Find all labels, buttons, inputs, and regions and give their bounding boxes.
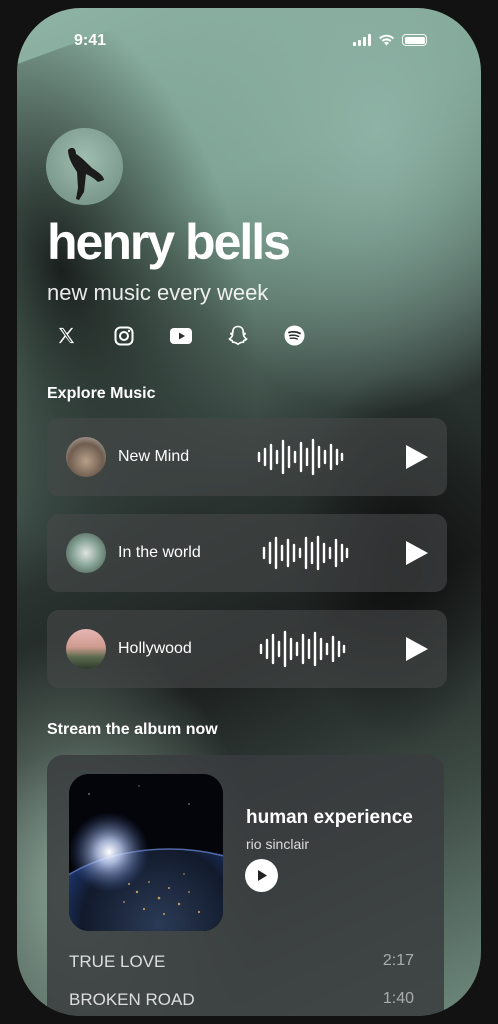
track-title: New Mind: [118, 448, 190, 465]
social-links: [55, 324, 306, 347]
song-duration: 1:40: [382, 990, 414, 1007]
album-play-button[interactable]: [245, 859, 278, 892]
track-row[interactable]: Hollywood: [47, 610, 447, 688]
spotify-icon[interactable]: [283, 324, 306, 347]
song-duration: 2:17: [382, 952, 414, 969]
album-artist: rio sinclair: [246, 836, 310, 852]
status-bar: 9:41: [17, 30, 481, 54]
artist-name: henry bells: [47, 214, 291, 270]
track-title: Hollywood: [118, 640, 192, 657]
snapchat-icon[interactable]: [226, 324, 249, 347]
avatar[interactable]: [46, 128, 123, 205]
battery-icon: [402, 34, 427, 46]
x-icon[interactable]: [55, 324, 78, 347]
song-row[interactable]: BROKEN ROAD 1:40: [69, 990, 414, 1014]
track-title: In the world: [118, 544, 201, 561]
song-title: TRUE LOVE: [69, 952, 166, 971]
waveform-icon: [257, 438, 344, 476]
explore-music-heading: Explore Music: [47, 385, 156, 402]
play-icon[interactable]: [404, 540, 429, 566]
track-row[interactable]: New Mind: [47, 418, 447, 496]
play-icon[interactable]: [404, 444, 429, 470]
youtube-icon[interactable]: [169, 324, 192, 347]
track-thumbnail: [66, 629, 106, 669]
play-icon[interactable]: [404, 636, 429, 662]
album-card: human experience rio sinclair TRUE LOVE …: [47, 755, 444, 1016]
track-thumbnail: [66, 533, 106, 573]
album-cover[interactable]: [69, 774, 223, 931]
track-row[interactable]: In the world: [47, 514, 447, 592]
phone-screen: 9:41 henry bells new music every week Ex…: [17, 8, 481, 1016]
signal-icon: [353, 34, 371, 46]
waveform-icon: [259, 630, 346, 668]
wifi-icon: [379, 34, 394, 46]
status-time: 9:41: [74, 32, 107, 49]
track-thumbnail: [66, 437, 106, 477]
instagram-icon[interactable]: [112, 324, 135, 347]
song-row[interactable]: TRUE LOVE 2:17: [69, 952, 414, 976]
play-icon: [257, 870, 267, 881]
album-section-heading: Stream the album now: [47, 721, 218, 738]
status-icons: [353, 34, 427, 46]
waveform-icon: [262, 535, 349, 571]
album-title: human experience: [246, 807, 413, 828]
song-title: BROKEN ROAD: [69, 990, 195, 1009]
artist-tagline: new music every week: [47, 280, 269, 305]
